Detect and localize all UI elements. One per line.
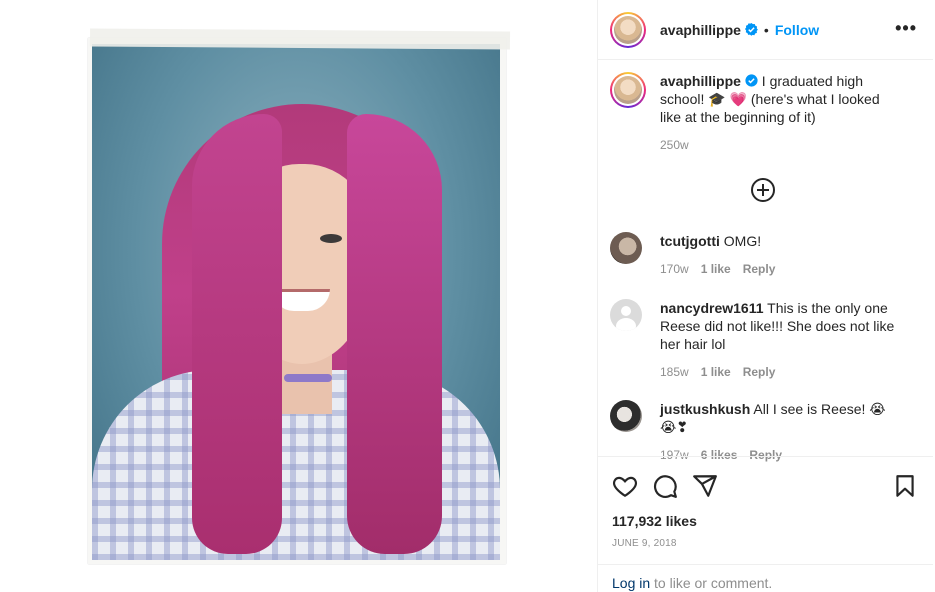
caption-body: avaphillippe I graduated high school! 🎓 … xyxy=(660,72,900,154)
comment-text: OMG! xyxy=(719,233,762,249)
comment-avatar[interactable] xyxy=(610,400,642,432)
load-more-comments-icon[interactable] xyxy=(751,178,775,202)
photo-subject xyxy=(92,44,500,560)
caption-age[interactable]: 250w xyxy=(660,136,900,154)
likes-count[interactable]: 117,932 likes xyxy=(612,513,697,529)
right-eye xyxy=(320,234,342,243)
comment-username[interactable]: nancydrew1611 xyxy=(660,300,764,316)
comment-avatar[interactable] xyxy=(610,232,642,264)
comment-item: tcutjgotti OMG! 170w 1 like Reply xyxy=(610,232,920,278)
header-username[interactable]: avaphillippe xyxy=(660,22,741,38)
post-media[interactable] xyxy=(0,0,597,592)
share-icon[interactable] xyxy=(692,473,718,499)
comment-item: justkushkush All I see is Reese! 😭 😭❣ 19… xyxy=(610,400,920,464)
comment-likes[interactable]: 1 like xyxy=(701,363,731,381)
reply-button[interactable]: Reply xyxy=(743,260,776,278)
separator-dot: • xyxy=(763,21,769,38)
comment-username[interactable]: tcutjgotti xyxy=(660,233,720,249)
hair-right xyxy=(347,114,442,554)
comment-icon[interactable] xyxy=(652,473,678,499)
heart-icon[interactable] xyxy=(612,473,638,499)
post-header: avaphillippe • Follow ••• xyxy=(598,0,933,60)
action-bar xyxy=(598,456,933,516)
comment-age[interactable]: 185w xyxy=(660,363,689,381)
caption-avatar[interactable] xyxy=(610,72,646,108)
choker-necklace xyxy=(284,374,332,382)
more-options-icon[interactable]: ••• xyxy=(895,18,917,39)
caption-username[interactable]: avaphillippe xyxy=(660,73,741,89)
caption: avaphillippe I graduated high school! 🎓 … xyxy=(610,72,920,154)
default-avatar-icon[interactable] xyxy=(610,299,642,331)
bookmark-icon[interactable] xyxy=(892,473,918,499)
login-prompt: Log in to like or comment. xyxy=(598,564,933,592)
avatar[interactable] xyxy=(610,11,646,48)
comment-item: nancydrew1611 This is the only one Reese… xyxy=(610,299,920,381)
comment-username[interactable]: justkushkush xyxy=(660,401,750,417)
login-link[interactable]: Log in xyxy=(612,575,650,591)
post-sidebar: avaphillippe • Follow ••• avaphillippe I… xyxy=(597,0,935,592)
login-prompt-text: to like or comment. xyxy=(650,575,773,591)
verified-badge-icon xyxy=(744,23,758,36)
follow-button[interactable]: Follow xyxy=(775,22,819,38)
comment-age[interactable]: 170w xyxy=(660,260,689,278)
hair-left xyxy=(192,114,282,554)
post-date[interactable]: JUNE 9, 2018 xyxy=(612,538,677,549)
comment-likes[interactable]: 1 like xyxy=(701,260,731,278)
tape-strip xyxy=(89,28,511,50)
reply-button[interactable]: Reply xyxy=(743,363,776,381)
verified-badge-icon xyxy=(745,74,758,87)
